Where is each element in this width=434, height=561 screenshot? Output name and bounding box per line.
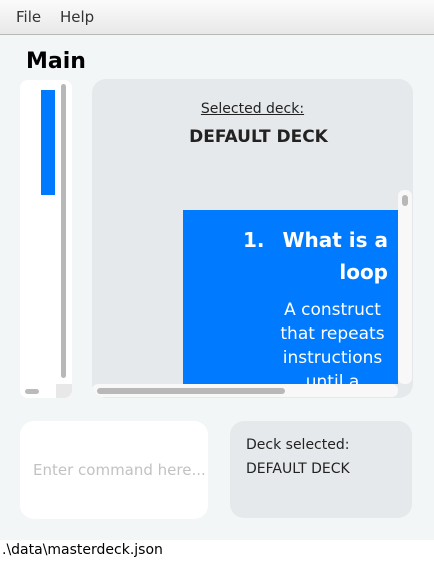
card-answer: A construct that repeats instructions un… — [280, 300, 385, 384]
card-index: 1. — [242, 228, 265, 252]
menu-help[interactable]: Help — [60, 8, 94, 26]
flashcard[interactable]: 1. What is a loop A construct that repeat… — [183, 210, 398, 384]
menu-file[interactable]: File — [16, 8, 41, 26]
command-input[interactable] — [20, 421, 208, 519]
deck-list-panel — [20, 80, 72, 398]
selected-deck-name: DEFAULT DECK — [189, 127, 328, 147]
card-horizontal-scrollbar[interactable] — [92, 384, 398, 397]
horizontal-scrollbar[interactable] — [25, 389, 39, 394]
vertical-scrollbar[interactable] — [61, 84, 66, 378]
result-line-1: Deck selected: — [246, 437, 350, 453]
card-question: What is a loop — [282, 228, 388, 284]
deck-list-item[interactable] — [41, 90, 55, 195]
card-vertical-scrollbar[interactable] — [398, 190, 412, 384]
result-display: Deck selected: DEFAULT DECK — [230, 421, 412, 518]
result-line-2: DEFAULT DECK — [246, 461, 350, 477]
selected-deck-label: Selected deck: — [200, 101, 305, 117]
menu-bar: File Help — [0, 0, 434, 35]
selected-deck-panel: Selected deck: DEFAULT DECK 1. What is a … — [92, 79, 413, 398]
status-file-path: .\data\masterdeck.json — [2, 542, 163, 558]
status-bar: .\data\masterdeck.json — [0, 540, 434, 561]
page-title: Main — [26, 49, 86, 74]
scroll-corner — [56, 384, 72, 398]
